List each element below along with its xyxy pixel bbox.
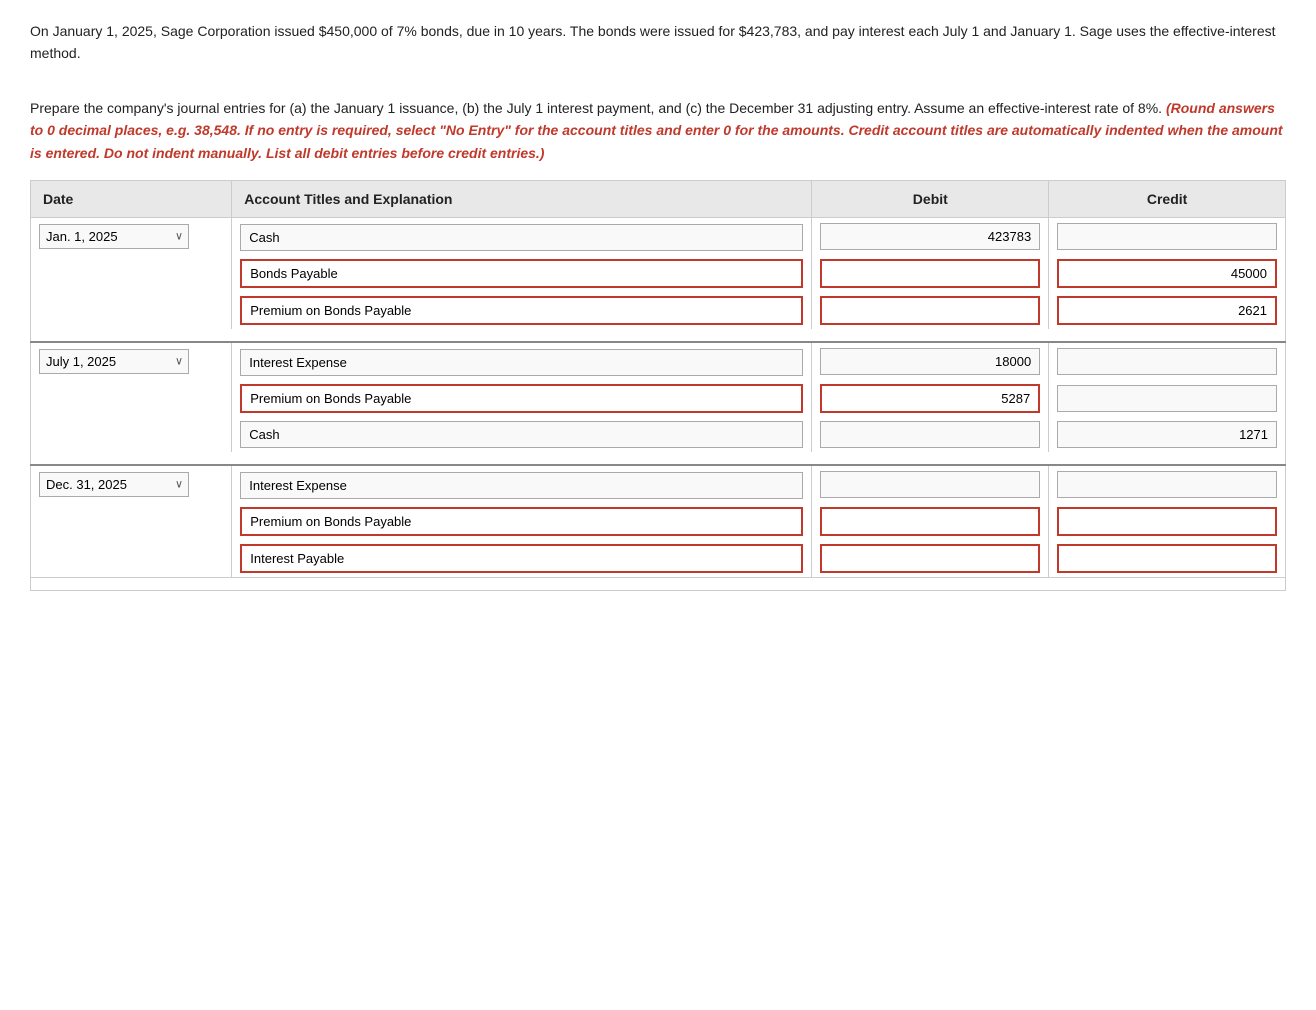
debit-input[interactable] [820,421,1040,448]
credit-input[interactable] [1057,385,1277,412]
table-row [31,540,1286,578]
intro-paragraph1: On January 1, 2025, Sage Corporation iss… [30,20,1286,65]
date-cell [31,503,232,540]
account-cell [232,255,812,292]
spacer-row [31,452,1286,465]
debit-cell [812,292,1049,329]
debit-input[interactable] [820,471,1040,498]
date-cell: Jan. 1, 2025July 1, 2025Dec. 31, 2025 [31,217,232,255]
table-row: Jan. 1, 2025July 1, 2025Dec. 31, 2025 [31,465,1286,503]
table-header-row: Date Account Titles and Explanation Debi… [31,180,1286,217]
date-cell [31,292,232,329]
table-row [31,380,1286,417]
credit-cell [1049,417,1286,452]
account-input[interactable] [240,472,803,499]
credit-input[interactable] [1057,471,1277,498]
date-cell [31,417,232,452]
header-debit: Debit [812,180,1049,217]
debit-cell [812,380,1049,417]
table-row [31,292,1286,329]
debit-cell [812,255,1049,292]
debit-input[interactable] [820,544,1040,573]
table-row [31,417,1286,452]
credit-input[interactable] [1057,421,1277,448]
credit-cell [1049,465,1286,503]
account-input[interactable] [240,349,803,376]
header-account: Account Titles and Explanation [232,180,812,217]
credit-input[interactable] [1057,259,1277,288]
account-cell [232,292,812,329]
date-cell [31,540,232,578]
spacer-row [31,329,1286,342]
account-input[interactable] [240,544,803,573]
debit-cell [812,465,1049,503]
debit-cell [812,342,1049,380]
account-cell [232,217,812,255]
credit-cell [1049,503,1286,540]
credit-cell [1049,255,1286,292]
debit-input[interactable] [820,348,1040,375]
date-select[interactable]: Jan. 1, 2025July 1, 2025Dec. 31, 2025 [39,349,189,374]
date-cell [31,255,232,292]
credit-input[interactable] [1057,507,1277,536]
table-row [31,503,1286,540]
credit-cell [1049,292,1286,329]
debit-cell [812,503,1049,540]
table-row [31,255,1286,292]
account-cell [232,503,812,540]
account-input[interactable] [240,507,803,536]
credit-input[interactable] [1057,348,1277,375]
credit-input[interactable] [1057,296,1277,325]
debit-input[interactable] [820,384,1040,413]
date-select[interactable]: Jan. 1, 2025July 1, 2025Dec. 31, 2025 [39,472,189,497]
credit-cell [1049,342,1286,380]
account-cell [232,380,812,417]
intro-paragraph2: Prepare the company's journal entries fo… [30,97,1286,164]
credit-cell [1049,540,1286,578]
debit-cell [812,417,1049,452]
credit-input[interactable] [1057,544,1277,573]
account-cell [232,417,812,452]
date-select[interactable]: Jan. 1, 2025July 1, 2025Dec. 31, 2025 [39,224,189,249]
date-select-wrapper[interactable]: Jan. 1, 2025July 1, 2025Dec. 31, 2025 [39,224,189,249]
debit-cell [812,540,1049,578]
date-cell: Jan. 1, 2025July 1, 2025Dec. 31, 2025 [31,465,232,503]
credit-input[interactable] [1057,223,1277,250]
account-input[interactable] [240,296,803,325]
account-input[interactable] [240,224,803,251]
account-cell [232,342,812,380]
debit-input[interactable] [820,507,1040,536]
debit-input[interactable] [820,296,1040,325]
account-cell [232,465,812,503]
account-input[interactable] [240,384,803,413]
journal-table: Date Account Titles and Explanation Debi… [30,180,1286,591]
credit-cell [1049,217,1286,255]
date-cell [31,380,232,417]
header-date: Date [31,180,232,217]
table-row: Jan. 1, 2025July 1, 2025Dec. 31, 2025 [31,342,1286,380]
header-credit: Credit [1049,180,1286,217]
account-input[interactable] [240,259,803,288]
date-select-wrapper[interactable]: Jan. 1, 2025July 1, 2025Dec. 31, 2025 [39,472,189,497]
bottom-border-row [31,577,1286,590]
date-select-wrapper[interactable]: Jan. 1, 2025July 1, 2025Dec. 31, 2025 [39,349,189,374]
credit-cell [1049,380,1286,417]
account-input[interactable] [240,421,803,448]
date-cell: Jan. 1, 2025July 1, 2025Dec. 31, 2025 [31,342,232,380]
debit-input[interactable] [820,223,1040,250]
debit-cell [812,217,1049,255]
table-row: Jan. 1, 2025July 1, 2025Dec. 31, 2025 [31,217,1286,255]
debit-input[interactable] [820,259,1040,288]
account-cell [232,540,812,578]
